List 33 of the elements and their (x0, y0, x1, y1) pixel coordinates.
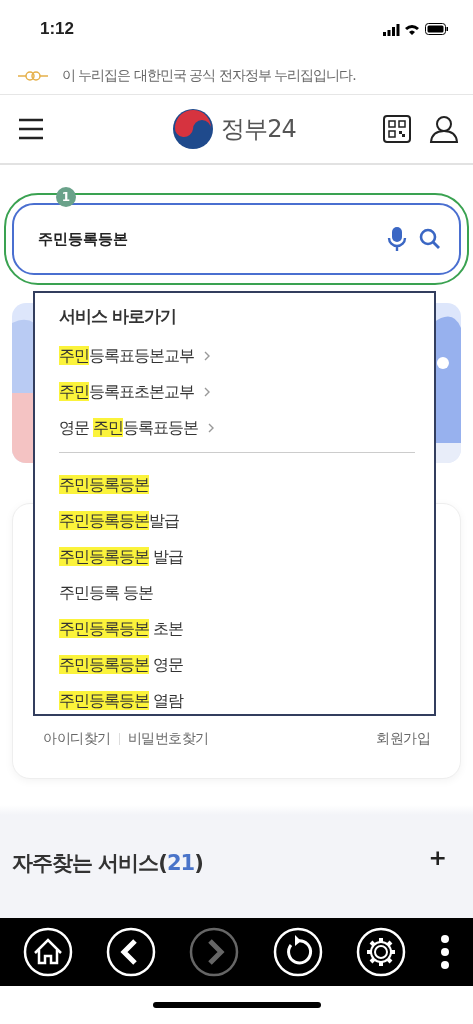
emblem-icon (18, 70, 48, 82)
chevron-icon (204, 351, 210, 361)
home-button[interactable] (23, 927, 73, 977)
shortcut-link[interactable]: 주민등록표초본교부 (59, 381, 194, 403)
shortcut-link[interactable]: 주민등록표등본교부 (59, 345, 194, 367)
chevron-icon (208, 423, 215, 433)
battery-icon (425, 23, 449, 35)
suggestion-item[interactable]: 주민등록 등본 (59, 582, 154, 604)
signal-icon (383, 22, 400, 36)
search-icon[interactable] (419, 228, 441, 250)
logo-text[interactable]: 정부24 (221, 113, 296, 145)
taegeuk-logo-icon (171, 107, 216, 151)
sign-up-link[interactable]: 회원가입 (376, 730, 430, 748)
shortcut-link[interactable]: 영문 주민등록표등본 (59, 417, 199, 439)
dropdown-heading: 서비스 바로가기 (59, 305, 177, 328)
suggestion-item[interactable]: 주민등록등본 (59, 474, 149, 496)
section-title: 자주찾는 서비스(21) (12, 850, 203, 877)
microphone-icon[interactable] (387, 226, 407, 252)
status-time: 1:12 (40, 19, 75, 39)
step-badge: 1 (56, 187, 76, 207)
wifi-icon (405, 23, 420, 35)
back-button[interactable] (106, 927, 157, 977)
find-id-link[interactable]: 아이디찾기 (43, 730, 111, 748)
expand-button[interactable]: + (428, 849, 447, 867)
search-field[interactable]: 주민등록등본 (12, 203, 461, 275)
settings-button[interactable] (355, 927, 406, 977)
qr-code-icon[interactable] (383, 115, 411, 143)
chevron-icon (204, 387, 210, 397)
user-icon[interactable] (429, 115, 459, 143)
notice-text: 이 누리집은 대한민국 공식 전자정부 누리집입니다. (62, 67, 356, 85)
menu-icon[interactable] (18, 118, 44, 140)
reload-button[interactable] (272, 927, 323, 977)
find-password-link[interactable]: 비밀번호찾기 (127, 730, 209, 748)
